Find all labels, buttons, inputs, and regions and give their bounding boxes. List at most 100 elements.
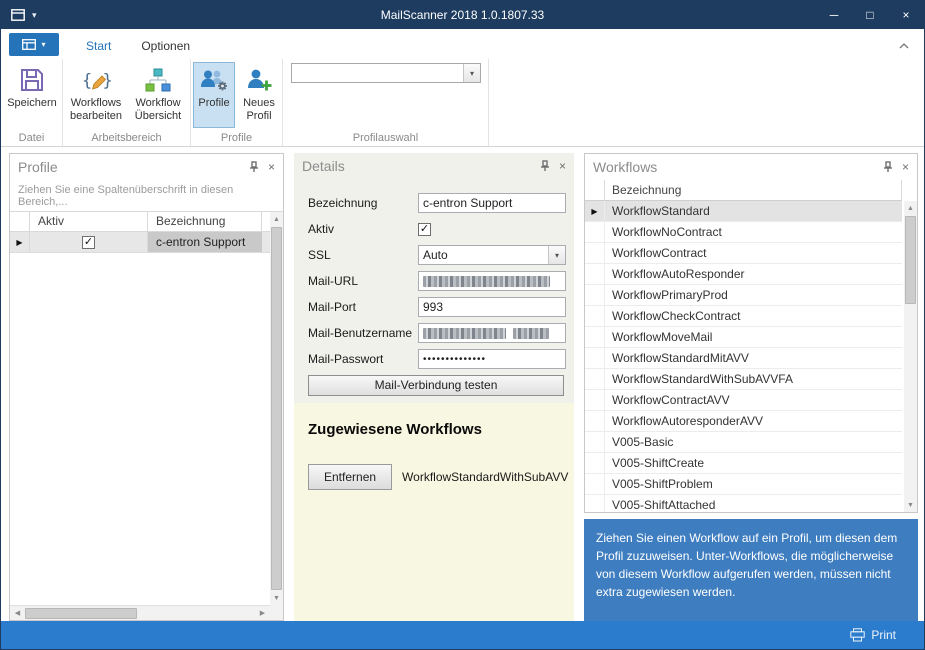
aktiv-checkbox[interactable]: ✓	[82, 236, 95, 249]
ribbon-group-arbeitsbereich: { } Workflows bearbeiten Workflow Übersi…	[63, 59, 191, 146]
ssl-label: SSL	[308, 248, 418, 262]
mail-password-input[interactable]: ••••••••••••••	[418, 349, 566, 369]
ribbon-tabs: Start Optionen	[71, 32, 205, 59]
mail-username-input[interactable]	[418, 323, 566, 343]
column-header-bezeichnung[interactable]: Bezeichnung	[148, 212, 262, 231]
maximize-button[interactable]: □	[852, 1, 888, 29]
window-title: MailScanner 2018 1.0.1807.33	[1, 8, 924, 22]
workflow-row[interactable]: V005-ShiftProblem	[585, 474, 902, 495]
qat-dropdown-icon[interactable]: ▾	[32, 10, 37, 21]
close-button[interactable]: ×	[888, 1, 924, 29]
profile-button[interactable]: Profile	[193, 62, 235, 128]
workflow-overview-button[interactable]: Workflow Übersicht	[129, 62, 187, 128]
horizontal-scrollbar[interactable]: ◀ ▶	[10, 605, 270, 620]
pin-icon[interactable]	[883, 161, 893, 173]
workflow-row[interactable]: V005-ShiftAttached	[585, 495, 902, 512]
ribbon-tab-row: ▾ Start Optionen	[1, 29, 924, 59]
workflow-row[interactable]: WorkflowCheckContract	[585, 306, 902, 327]
workflow-row[interactable]: WorkflowNoContract	[585, 222, 902, 243]
workflow-row[interactable]: V005-Basic	[585, 432, 902, 453]
tab-optionen[interactable]: Optionen	[126, 32, 205, 59]
mail-password-label: Mail-Passwort	[308, 352, 418, 366]
scroll-up-icon[interactable]: ▲	[904, 201, 917, 215]
checkmark-icon: ✓	[420, 224, 429, 235]
app-menu-button[interactable]: ▾	[9, 33, 59, 56]
workflow-row[interactable]: WorkflowContract	[585, 243, 902, 264]
profile-select-combobox[interactable]: ▾	[291, 63, 481, 83]
ribbon-group-datei: Speichern Datei	[1, 59, 63, 146]
row-indicator	[585, 411, 605, 431]
workflow-row-label: WorkflowAutoResponder	[605, 264, 745, 284]
scrollbar-thumb[interactable]	[271, 227, 282, 590]
row-indicator	[585, 285, 605, 305]
scroll-left-icon[interactable]: ◀	[10, 609, 25, 617]
redacted-value	[423, 276, 550, 287]
workflow-row-label: WorkflowAutoresponderAVV	[605, 411, 763, 431]
info-text: Ziehen Sie einen Workflow auf ein Profil…	[596, 531, 897, 599]
row-indicator: ▶	[10, 232, 30, 252]
minimize-button[interactable]: ─	[816, 1, 852, 29]
mail-port-input[interactable]: 993	[418, 297, 566, 317]
bezeichnung-input[interactable]: c-entron Support	[418, 193, 566, 213]
workflows-info-box: Ziehen Sie einen Workflow auf ein Profil…	[584, 519, 918, 621]
row-indicator	[585, 222, 605, 242]
vertical-scrollbar[interactable]: ▲ ▼	[904, 201, 917, 512]
new-profile-button[interactable]: Neues Profil	[237, 62, 281, 128]
close-panel-icon[interactable]: ×	[268, 161, 275, 173]
scroll-down-icon[interactable]: ▼	[270, 591, 283, 605]
profile-name-cell[interactable]: c-entron Support	[148, 232, 262, 252]
workflow-row[interactable]: WorkflowMoveMail	[585, 327, 902, 348]
assigned-workflows-heading: Zugewiesene Workflows	[308, 421, 560, 438]
workflow-row[interactable]: WorkflowAutoResponder	[585, 264, 902, 285]
close-panel-icon[interactable]: ×	[559, 160, 566, 172]
print-button[interactable]: Print	[850, 628, 896, 642]
workflow-row[interactable]: WorkflowAutoresponderAVV	[585, 411, 902, 432]
ssl-value: Auto	[419, 246, 548, 264]
workflow-row[interactable]: WorkflowContractAVV	[585, 390, 902, 411]
dropdown-icon[interactable]: ▾	[463, 64, 480, 82]
checkmark-icon: ✓	[84, 237, 93, 248]
vertical-scrollbar[interactable]: ▲ ▼	[270, 212, 283, 605]
ssl-select[interactable]: Auto ▾	[418, 245, 566, 265]
scrollbar-thumb[interactable]	[25, 608, 137, 619]
scrollbar-thumb[interactable]	[905, 216, 916, 304]
workflow-row[interactable]: WorkflowPrimaryProd	[585, 285, 902, 306]
workflow-row-label: WorkflowPrimaryProd	[605, 285, 728, 305]
workflows-list: ▶ WorkflowStandard WorkflowNoContract Wo…	[585, 201, 902, 512]
workflows-panel-title: Workflows	[593, 159, 883, 175]
test-connection-button[interactable]: Mail-Verbindung testen	[308, 375, 564, 396]
pin-icon[interactable]	[540, 160, 550, 172]
workflow-row[interactable]: V005-ShiftCreate	[585, 453, 902, 474]
indicator-column-header	[10, 212, 30, 231]
printer-icon	[850, 628, 865, 642]
remove-button[interactable]: Entfernen	[308, 464, 392, 490]
braces-pencil-icon: { }	[81, 63, 111, 97]
mail-username-label: Mail-Benutzername	[308, 326, 418, 340]
edit-workflows-label: Workflows bearbeiten	[67, 97, 125, 122]
workflow-row[interactable]: WorkflowStandardWithSubAVVFA	[585, 369, 902, 390]
pin-icon[interactable]	[249, 161, 259, 173]
column-header-aktiv[interactable]: Aktiv	[30, 212, 148, 231]
scroll-right-icon[interactable]: ▶	[255, 609, 270, 617]
window-controls: ─ □ ×	[816, 1, 924, 29]
workflows-grid-header: Bezeichnung	[585, 180, 902, 201]
profiles-panel-title: Profile	[18, 159, 249, 175]
aktiv-checkbox[interactable]: ✓	[418, 223, 431, 236]
column-header-bezeichnung[interactable]: Bezeichnung	[605, 180, 902, 200]
save-button[interactable]: Speichern	[6, 62, 58, 128]
app-menu-icon	[22, 39, 36, 50]
dropdown-icon[interactable]: ▾	[548, 246, 565, 264]
tab-start[interactable]: Start	[71, 32, 126, 59]
ribbon-collapse-button[interactable]	[896, 39, 912, 53]
chevron-up-icon	[899, 43, 909, 49]
people-gear-icon	[199, 63, 229, 97]
workflow-row[interactable]: WorkflowStandardMitAVV	[585, 348, 902, 369]
close-panel-icon[interactable]: ×	[902, 161, 909, 173]
row-indicator	[585, 369, 605, 389]
profile-grid-row[interactable]: ▶ ✓ c-entron Support	[10, 232, 270, 253]
mail-url-input[interactable]	[418, 271, 566, 291]
workflow-row[interactable]: ▶ WorkflowStandard	[585, 201, 902, 222]
edit-workflows-button[interactable]: { } Workflows bearbeiten	[66, 62, 126, 128]
scroll-up-icon[interactable]: ▲	[270, 212, 283, 226]
scroll-down-icon[interactable]: ▼	[904, 498, 917, 512]
